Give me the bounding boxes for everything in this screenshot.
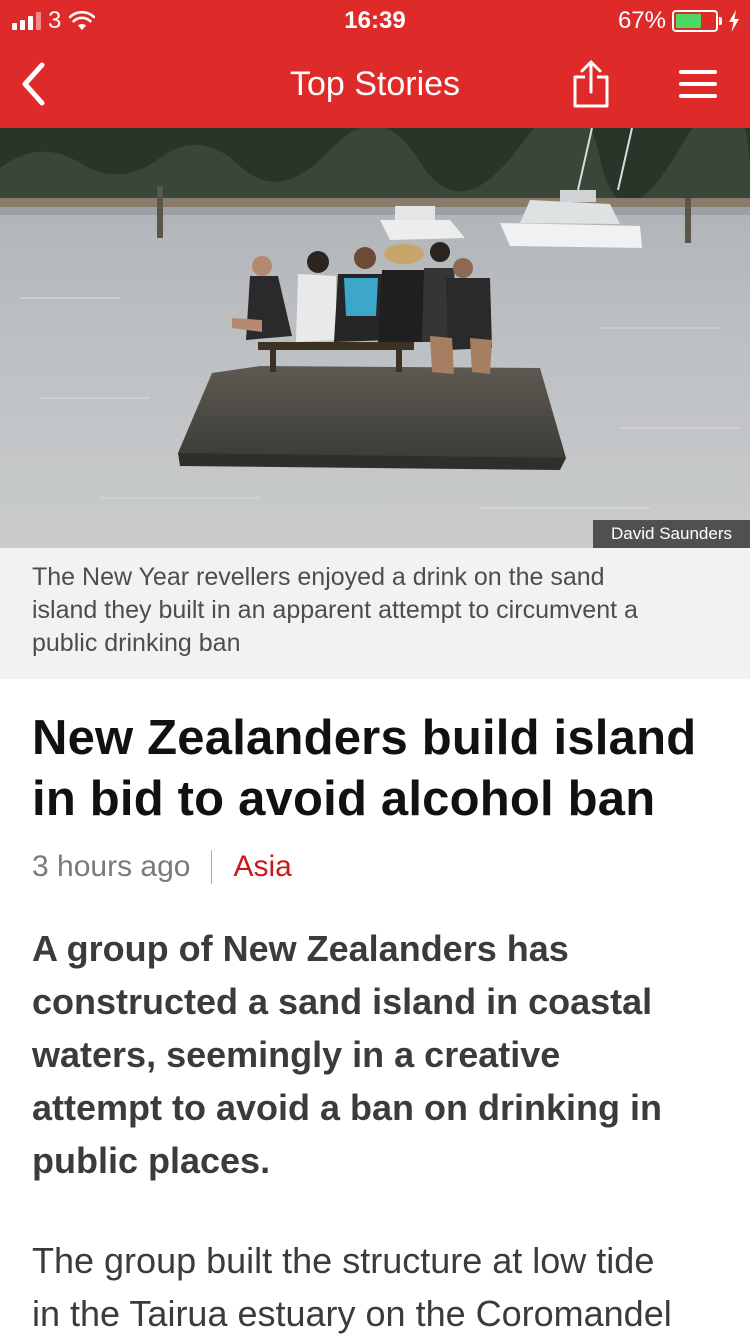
- battery-percent: 67%: [617, 7, 666, 34]
- back-button[interactable]: [8, 54, 58, 114]
- lead-line: public places.: [32, 1140, 271, 1181]
- photo-credit: David Saunders: [593, 520, 750, 548]
- article-meta: 3 hours ago Asia: [32, 848, 292, 886]
- hero-photo: David Saunders: [0, 128, 750, 548]
- hero-image: [0, 128, 750, 548]
- caption-line: public drinking ban: [32, 629, 241, 657]
- hamburger-menu-icon: [679, 70, 717, 98]
- charging-bolt-icon: [729, 10, 739, 32]
- app-header: 3 16:39 67% Top Stories: [0, 0, 750, 128]
- headline-line: in bid to avoid alcohol ban: [32, 772, 656, 826]
- page-title: Top Stories: [289, 65, 461, 103]
- article-screen: 3 16:39 67% Top Stories David Saunders T…: [0, 0, 750, 1334]
- article-lead: A group of New Zealanders has constructe…: [32, 922, 732, 1187]
- body-line: The group built the structure at low tid…: [32, 1240, 655, 1281]
- menu-button[interactable]: [668, 54, 728, 114]
- lead-line: attempt to avoid a ban on drinking in: [32, 1087, 663, 1128]
- article-body: The group built the structure at low tid…: [32, 1234, 750, 1334]
- battery-icon: [672, 10, 722, 32]
- body-line: in the Tairua estuary on the Coromandel: [32, 1293, 672, 1334]
- timestamp: 3 hours ago: [32, 850, 191, 883]
- lead-line: A group of New Zealanders has: [32, 928, 569, 969]
- caption-line: island they built in an apparent attempt…: [32, 596, 638, 624]
- caption-line: The New Year revellers enjoyed a drink o…: [32, 563, 605, 591]
- share-icon: [573, 60, 609, 108]
- chevron-left-icon: [22, 62, 45, 106]
- photo-caption: The New Year revellers enjoyed a drink o…: [0, 548, 750, 679]
- lead-line: constructed a sand island in coastal: [32, 981, 653, 1022]
- headline-line: New Zealanders build island: [32, 711, 697, 765]
- nav-bar: Top Stories: [0, 42, 750, 128]
- meta-divider: [211, 850, 213, 884]
- status-bar: 3 16:39 67%: [0, 0, 750, 42]
- status-right: 67%: [617, 7, 740, 34]
- lead-line: waters, seemingly in a creative: [32, 1034, 561, 1075]
- article-headline: New Zealanders build island in bid to av…: [32, 708, 732, 830]
- battery-level: [676, 14, 702, 28]
- section-link[interactable]: Asia: [233, 850, 291, 884]
- share-button[interactable]: [563, 54, 619, 114]
